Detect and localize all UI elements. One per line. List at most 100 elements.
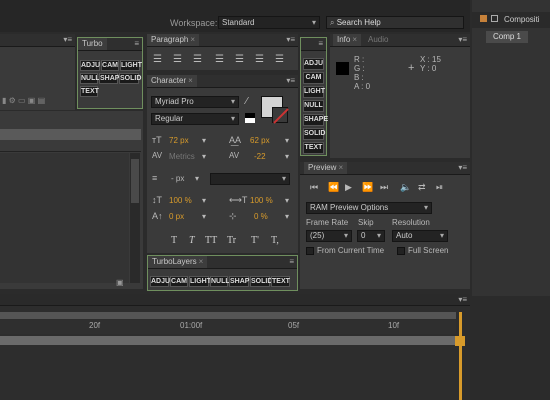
trash-icon[interactable]: ▣ — [116, 278, 124, 287]
turbolayers-light-button[interactable]: LIGHT — [189, 276, 211, 287]
baseline-shift-value[interactable]: 0 px — [169, 212, 184, 221]
chevron-down-icon[interactable]: ▾ — [202, 196, 206, 205]
turbo-vert-text-button[interactable]: TEXT — [303, 142, 324, 154]
ram-preview-icon[interactable]: ⏯ — [436, 182, 443, 193]
turbo-adju-button[interactable]: ADJU — [80, 60, 100, 71]
turbo-null-button[interactable]: NULL — [80, 73, 100, 84]
font-family-select[interactable]: Myriad Pro ▾ — [151, 96, 239, 108]
tab-composition[interactable]: Compositi — [504, 15, 540, 24]
next-frame-icon[interactable]: ⏩ — [362, 182, 373, 193]
turbo-vert-cam-button[interactable]: CAM — [303, 72, 324, 84]
panel-menu-icon[interactable]: ≡ — [318, 39, 323, 48]
comp-1-tab[interactable]: Comp 1 — [486, 31, 528, 43]
stroke-width-value[interactable]: - px — [171, 174, 184, 183]
chevron-down-icon[interactable]: ▾ — [202, 136, 206, 145]
panel-menu-icon[interactable]: ▾≡ — [63, 35, 72, 44]
tab-preview[interactable]: Preview × — [304, 162, 348, 174]
stroke-style-select[interactable]: ▾ — [210, 173, 290, 185]
layer-track-bar[interactable] — [0, 336, 456, 345]
chevron-down-icon[interactable]: ▾ — [285, 196, 289, 205]
ram-preview-options-select[interactable]: RAM Preview Options ▾ — [306, 202, 432, 214]
chevron-down-icon[interactable]: ▾ — [195, 174, 199, 183]
justify-last-right-icon[interactable]: ☰ — [255, 54, 264, 65]
turbo-vert-light-button[interactable]: LIGHT — [303, 86, 325, 98]
turbo-text-button[interactable]: TEXT — [80, 86, 99, 97]
work-area-bar[interactable] — [0, 312, 456, 319]
current-time-head[interactable] — [455, 336, 465, 346]
turbo-vert-shape-button[interactable]: SHAPE — [303, 114, 328, 126]
all-caps-button[interactable]: TT — [205, 235, 217, 246]
chevron-down-icon[interactable]: ▾ — [202, 212, 206, 221]
panel-menu-icon[interactable]: ▾≡ — [458, 163, 467, 172]
panel-menu-icon[interactable]: ▾≡ — [286, 76, 295, 85]
resolution-select[interactable]: Auto ▾ — [392, 230, 448, 242]
stroke-color-swatch[interactable] — [272, 107, 289, 124]
tsume-value[interactable]: 0 % — [254, 212, 268, 221]
faux-bold-button[interactable]: T — [171, 235, 177, 246]
kerning-value[interactable]: Metrics — [169, 152, 195, 161]
last-frame-icon[interactable]: ⏭ — [380, 182, 388, 193]
align-right-icon[interactable]: ☰ — [193, 54, 202, 65]
turbolayers-null-button[interactable]: NULL — [210, 276, 230, 287]
tracking-value[interactable]: -22 — [254, 152, 266, 161]
align-left-icon[interactable]: ☰ — [153, 54, 162, 65]
justify-all-icon[interactable]: ☰ — [275, 54, 284, 65]
chevron-down-icon[interactable]: ▾ — [285, 152, 289, 161]
chevron-down-icon[interactable]: ▾ — [202, 152, 206, 161]
full-screen-checkbox[interactable] — [397, 247, 405, 255]
first-frame-icon[interactable]: ⏮ — [310, 182, 318, 193]
audio-icon[interactable]: 🔈 — [400, 182, 411, 193]
font-style-select[interactable]: Regular ▾ — [151, 113, 239, 125]
loop-icon[interactable]: ⇄ — [418, 182, 426, 193]
turbolayers-cam-button[interactable]: CAM — [170, 276, 188, 287]
turbo-cam-button[interactable]: CAM — [101, 60, 119, 71]
tab-turbo[interactable]: Turbo — [78, 38, 107, 50]
tab-turbolayers[interactable]: TurboLayers × — [148, 256, 208, 268]
tab-audio[interactable]: Audio — [364, 34, 392, 46]
panel-menu-icon[interactable]: ▾≡ — [458, 35, 467, 44]
turbo-vert-solid-button[interactable]: SOLID — [303, 128, 325, 140]
search-help-input[interactable]: ⌕ Search Help — [326, 16, 464, 29]
current-time-indicator[interactable] — [459, 312, 462, 400]
scrollbar[interactable] — [130, 153, 140, 283]
panel-menu-icon[interactable]: ≡ — [134, 39, 139, 48]
panel-menu-icon[interactable]: ▾≡ — [458, 295, 467, 304]
previous-frame-icon[interactable]: ⏪ — [328, 182, 339, 193]
turbo-vert-adju-button[interactable]: ADJU — [303, 58, 324, 70]
skip-select[interactable]: 0 ▾ — [357, 230, 385, 242]
turbolayers-solid-button[interactable]: SOLID — [250, 276, 272, 287]
turbo-solid-button[interactable]: SOLID — [119, 73, 141, 84]
turbo-light-button[interactable]: LIGHT — [120, 60, 142, 71]
lock-icon[interactable] — [480, 15, 487, 22]
vertical-scale-value[interactable]: 100 % — [169, 196, 192, 205]
font-size-value[interactable]: 72 px — [169, 136, 189, 145]
eyedropper-icon[interactable]: ⁄ — [246, 96, 248, 107]
tab-character[interactable]: Character × — [147, 75, 197, 87]
panel-menu-icon[interactable]: ≡ — [289, 257, 294, 266]
frame-rate-select[interactable]: (25) ▾ — [306, 230, 352, 242]
chevron-down-icon[interactable]: ▾ — [285, 136, 289, 145]
superscript-button[interactable]: T' — [251, 235, 259, 246]
leading-value[interactable]: 62 px — [250, 136, 270, 145]
tab-info[interactable]: Info × — [333, 34, 362, 46]
search-field[interactable] — [0, 129, 141, 140]
workspace-select[interactable]: Standard ▾ — [218, 16, 320, 29]
justify-last-center-icon[interactable]: ☰ — [235, 54, 244, 65]
turbo-vert-null-button[interactable]: NULL — [303, 100, 324, 112]
align-center-icon[interactable]: ☰ — [173, 54, 182, 65]
from-current-time-checkbox[interactable] — [306, 247, 314, 255]
subscript-button[interactable]: T, — [271, 235, 279, 246]
chevron-down-icon[interactable]: ▾ — [285, 212, 289, 221]
turbo-shape-button[interactable]: SHAPE — [99, 73, 124, 84]
panel-menu-icon[interactable]: ▾≡ — [286, 35, 295, 44]
turbolayers-adju-button[interactable]: ADJU — [150, 276, 170, 287]
small-caps-button[interactable]: Tr — [227, 235, 236, 246]
faux-italic-button[interactable]: T — [189, 235, 195, 246]
justify-last-left-icon[interactable]: ☰ — [215, 54, 224, 65]
horizontal-scale-value[interactable]: 100 % — [250, 196, 273, 205]
tab-paragraph[interactable]: Paragraph × — [147, 34, 200, 46]
turbolayers-text-button[interactable]: TEXT — [271, 276, 290, 287]
white-swatch[interactable] — [245, 118, 255, 123]
play-icon[interactable]: ▶ — [345, 182, 352, 193]
turbolayers-shape-button[interactable]: SHAPE — [229, 276, 254, 287]
